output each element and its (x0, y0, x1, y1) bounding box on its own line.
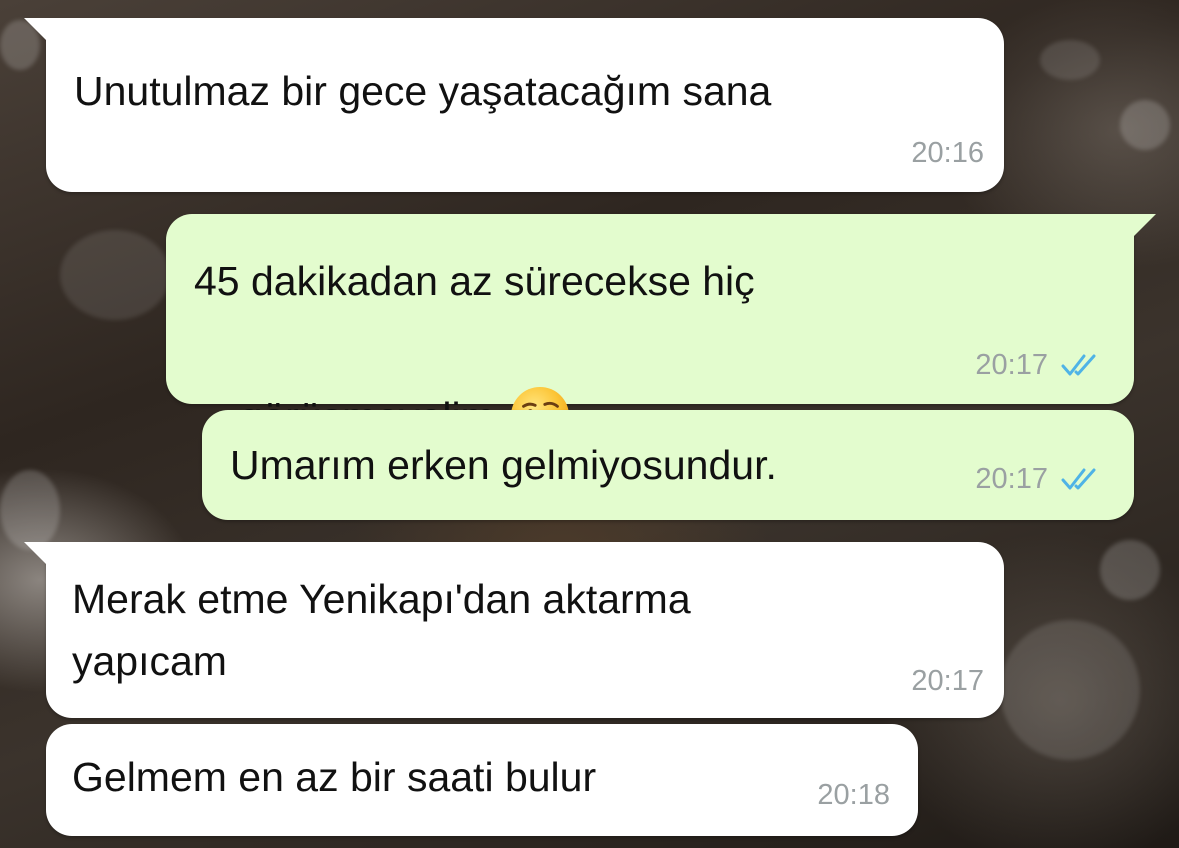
bokeh-light (0, 470, 60, 550)
message-timestamp: 20:17 (975, 463, 1048, 495)
bokeh-light (60, 230, 170, 320)
outgoing-message-bubble[interactable]: 45 dakikadan az sürecekse hiç görüşmeyel… (166, 214, 1156, 446)
message-timestamp: 20:18 (817, 779, 890, 811)
incoming-message-bubble[interactable]: Gelmem en az bir saati bulur 20:18 (46, 724, 918, 836)
bokeh-light (1000, 620, 1140, 760)
bokeh-light (1040, 40, 1100, 80)
message-text-line-1: Merak etme Yenikapı'dan aktarma (72, 576, 691, 622)
message-timestamp: 20:17 (911, 665, 984, 697)
bubble-tail (24, 18, 50, 44)
double-check-icon (1061, 468, 1096, 490)
outgoing-message-bubble[interactable]: Umarım erken gelmiyosundur. 20:17 (202, 410, 1134, 520)
bubble-tail (24, 542, 50, 568)
message-text: Unutulmaz bir gece yaşatacağım sana (74, 68, 772, 114)
message-text: Gelmem en az bir saati bulur (72, 754, 597, 800)
bokeh-light (1100, 540, 1160, 600)
bubble-tail (1130, 214, 1156, 240)
double-check-icon (1061, 354, 1096, 376)
message-text: Umarım erken gelmiyosundur. (230, 442, 777, 488)
incoming-message-bubble[interactable]: Merak etme Yenikapı'dan aktarma yapıcam … (24, 542, 1004, 718)
message-text-line-1: 45 dakikadan az sürecekse hiç (194, 258, 755, 304)
message-text-line-2: yapıcam (72, 638, 227, 684)
incoming-message-bubble[interactable]: Unutulmaz bir gece yaşatacağım sana 20:1… (24, 18, 1004, 192)
bokeh-light (1120, 100, 1170, 150)
message-timestamp: 20:16 (911, 137, 984, 169)
message-timestamp: 20:17 (975, 349, 1048, 381)
